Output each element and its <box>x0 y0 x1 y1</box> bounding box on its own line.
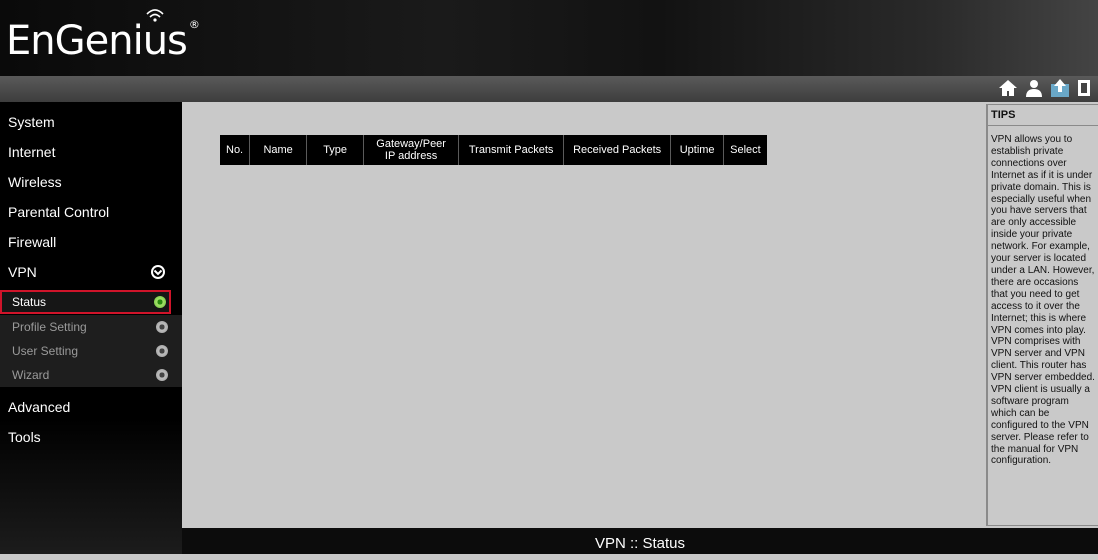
submenu-item-label: Status <box>12 295 47 309</box>
page-title: VPN :: Status <box>594 535 686 552</box>
status-dot-icon <box>156 321 168 333</box>
main-content: No. Name Type Gateway/Peer IP address Tr… <box>182 102 986 528</box>
sidebar-item-label: Wireless <box>8 174 62 190</box>
registered-mark: ® <box>188 18 200 31</box>
sidebar-item-parental-control[interactable]: Parental Control <box>0 197 182 227</box>
user-icon[interactable] <box>1024 78 1044 98</box>
tips-divider <box>988 125 1098 126</box>
sidebar-item-label: Internet <box>8 144 56 160</box>
table-header-row: No. Name Type Gateway/Peer IP address Tr… <box>220 135 767 165</box>
tips-panel: TIPS VPN allows you to establish private… <box>986 104 1098 526</box>
header-banner: EnGenius ® <box>0 0 1098 76</box>
submenu-item-label: User Setting <box>12 344 79 358</box>
column-header-uptime: Uptime <box>670 135 725 165</box>
sidebar-item-wireless[interactable]: Wireless <box>0 167 182 197</box>
sidebar-item-label: Advanced <box>8 399 71 415</box>
sidebar-item-label: Parental Control <box>8 204 110 220</box>
sidebar-item-firewall[interactable]: Firewall <box>0 227 182 257</box>
submenu-item-user-setting[interactable]: User Setting <box>0 339 182 363</box>
sidebar-item-internet[interactable]: Internet <box>0 137 182 167</box>
column-header-no: No. <box>220 135 251 165</box>
submenu-item-profile-setting[interactable]: Profile Setting <box>0 315 182 339</box>
column-header-select: Select <box>730 144 761 156</box>
column-header-received: Received Packets <box>563 135 672 165</box>
home-icon[interactable] <box>998 78 1018 98</box>
submenu-item-status[interactable]: Status <box>0 290 171 314</box>
vpn-status-table: No. Name Type Gateway/Peer IP address Tr… <box>220 135 767 165</box>
submenu-item-label: Profile Setting <box>12 320 87 334</box>
top-toolbar <box>0 76 1098 102</box>
logo-text: EnGenius <box>6 18 188 64</box>
status-dot-icon <box>156 345 168 357</box>
column-header-gateway: Gateway/Peer IP address <box>363 135 460 165</box>
page-title-bar: VPN :: Status <box>182 528 1098 554</box>
tips-text: VPN allows you to establish private conn… <box>991 134 1095 467</box>
logout-icon[interactable] <box>1076 78 1096 98</box>
sidebar-item-label: System <box>8 114 55 130</box>
sidebar-item-vpn[interactable]: VPN <box>0 257 182 287</box>
wifi-waves-icon <box>146 9 164 22</box>
submenu-item-wizard[interactable]: Wizard <box>0 363 182 387</box>
engenius-logo: EnGenius ® <box>6 18 200 64</box>
sidebar-item-system[interactable]: System <box>0 107 182 137</box>
network-upload-icon[interactable] <box>1050 78 1070 98</box>
submenu-item-label: Wizard <box>12 368 50 382</box>
chevron-down-icon <box>151 265 165 279</box>
sidebar-item-label: VPN <box>8 264 37 280</box>
sidebar-item-label: Tools <box>8 429 41 445</box>
top-icon-bar <box>998 78 1096 100</box>
sidebar-item-advanced[interactable]: Advanced <box>0 392 182 422</box>
status-dot-icon <box>156 369 168 381</box>
status-dot-icon <box>154 296 166 308</box>
sidebar-item-tools[interactable]: Tools <box>0 422 182 452</box>
column-header-transmit: Transmit Packets <box>458 135 565 165</box>
tips-title: TIPS <box>991 109 1016 121</box>
sidebar-item-label: Firewall <box>8 234 57 250</box>
sidebar: System Internet Wireless Parental Contro… <box>0 102 182 554</box>
column-header-name: Name <box>249 135 308 165</box>
column-header-type: Type <box>306 135 365 165</box>
